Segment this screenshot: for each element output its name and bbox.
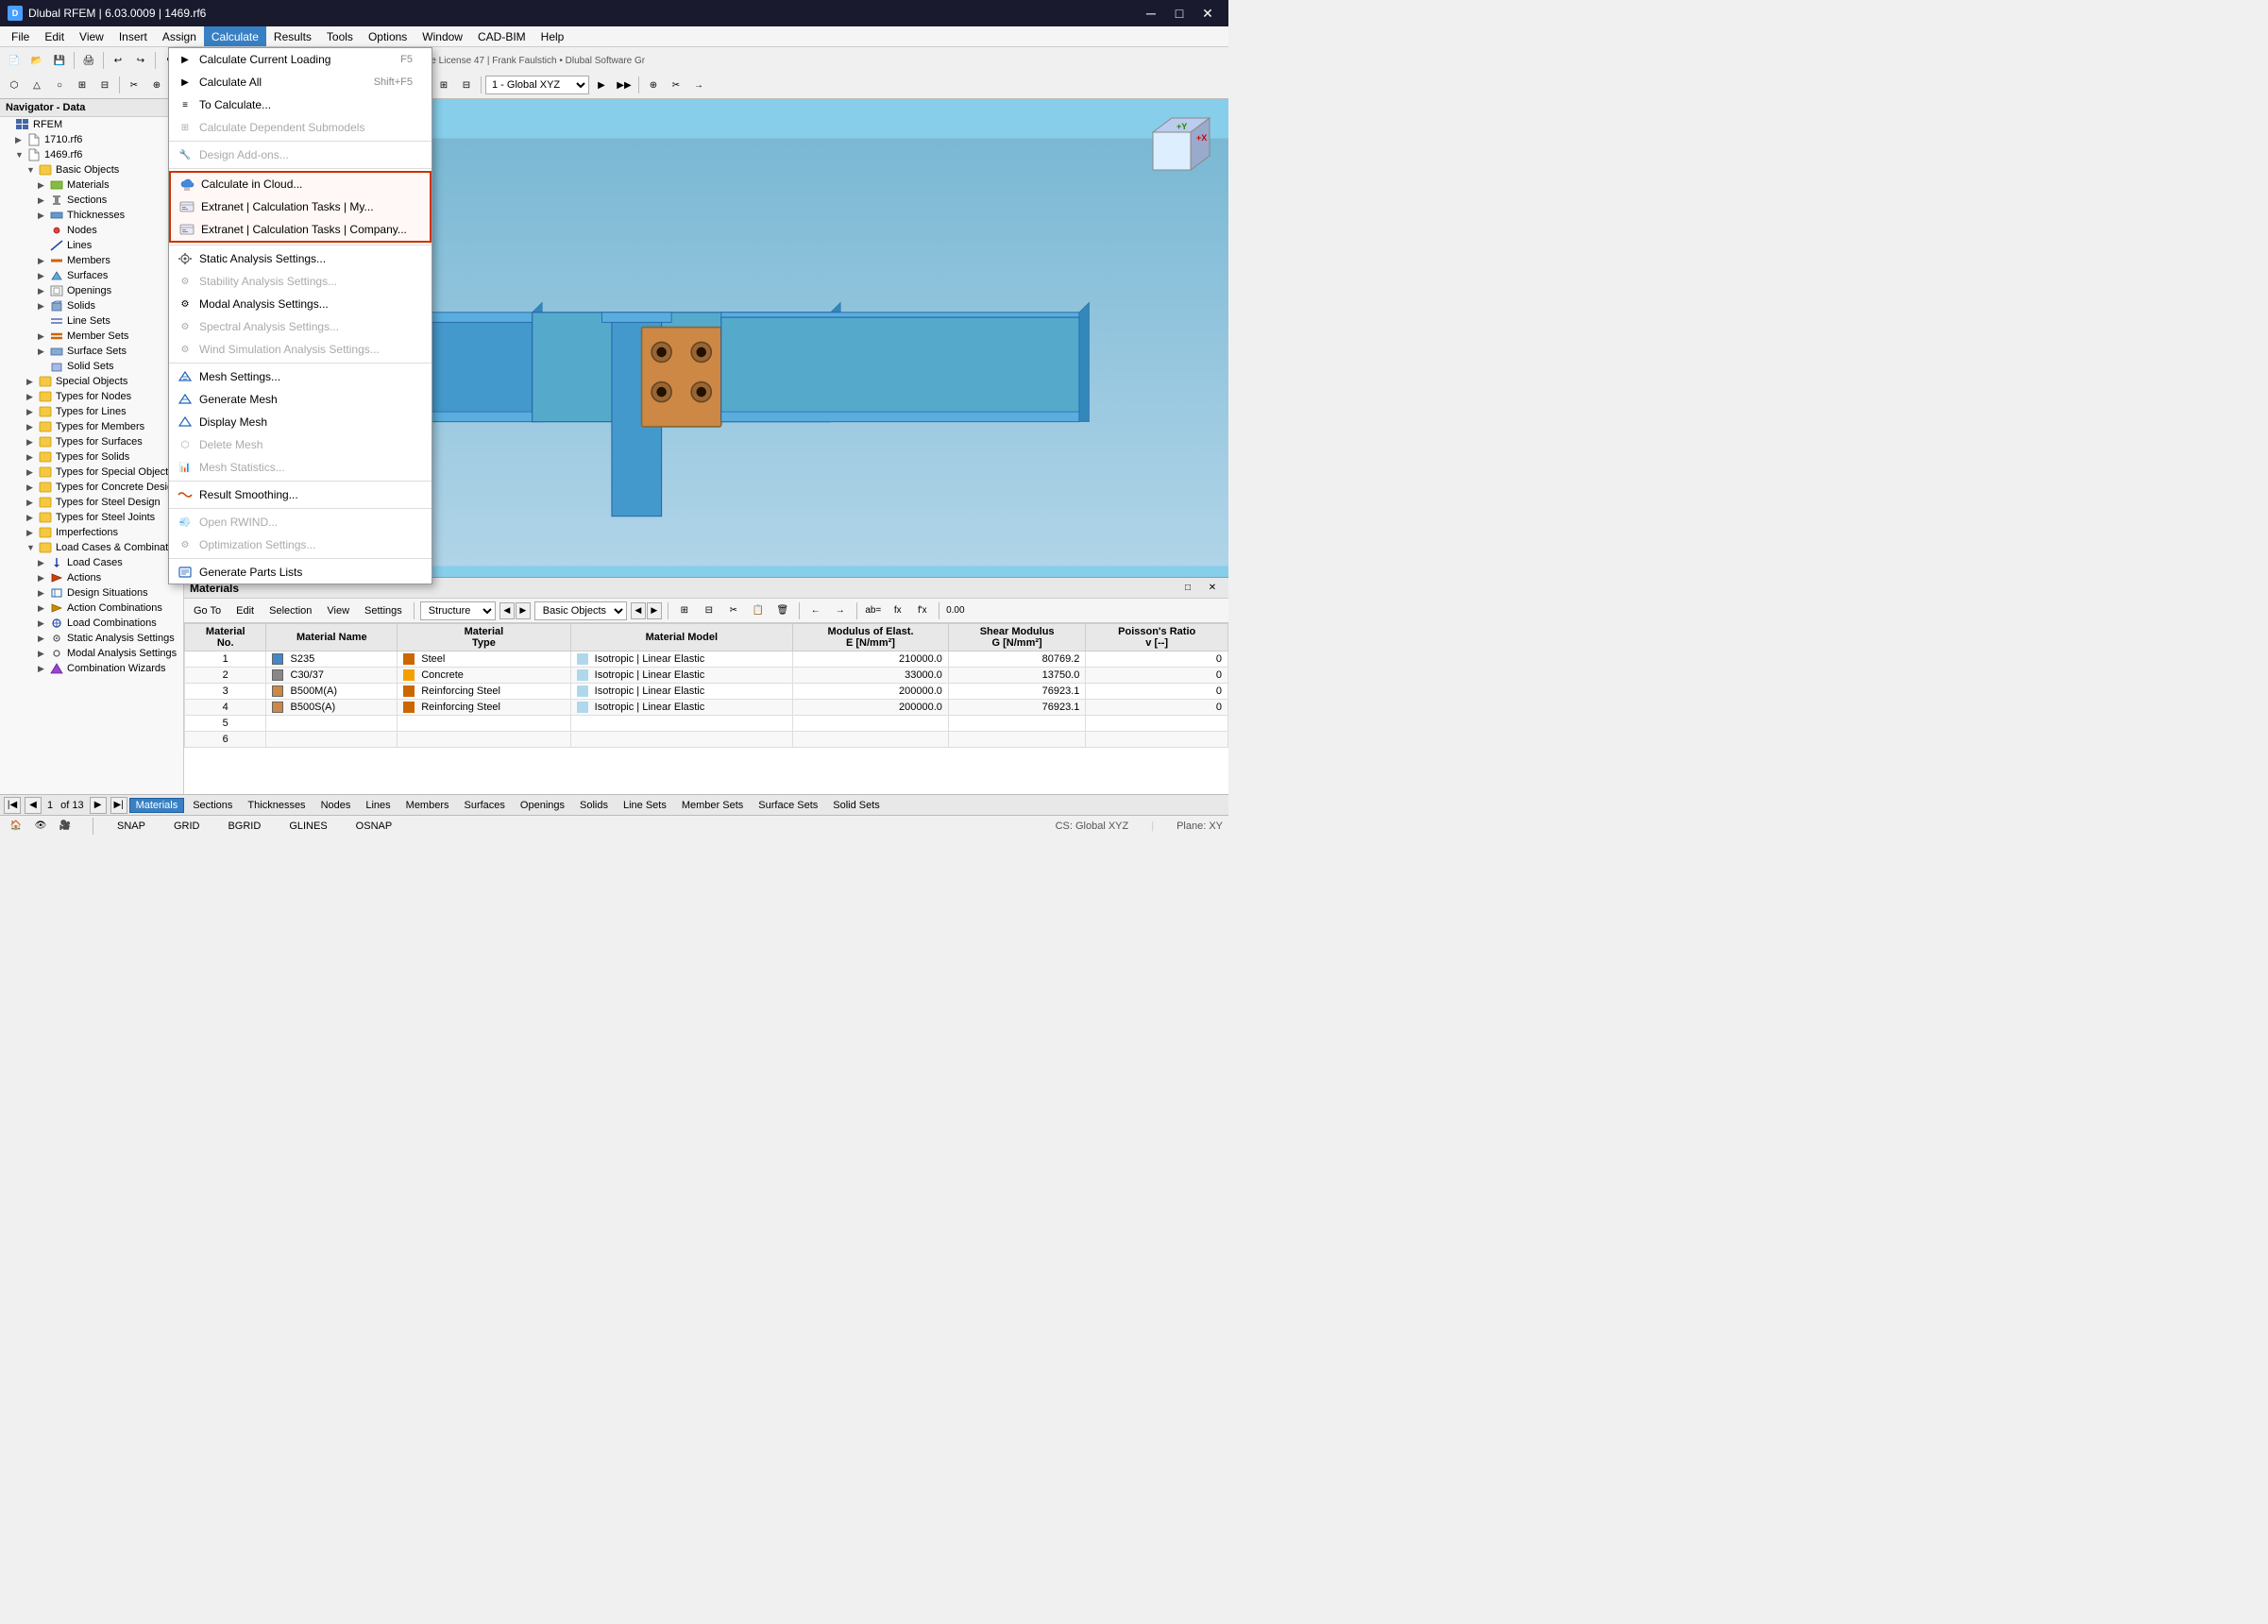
mesh-settings-label: Mesh Settings...	[199, 370, 280, 383]
menu-help[interactable]: Help	[533, 26, 572, 46]
maximize-button[interactable]: □	[1166, 0, 1193, 26]
menu-spectral-settings: ⚙ Spectral Analysis Settings...	[169, 315, 432, 338]
static-settings-label: Static Analysis Settings...	[199, 252, 326, 265]
sep-1	[169, 141, 432, 142]
disp-mesh-icon	[177, 414, 194, 430]
gen-parts-label: Generate Parts Lists	[199, 566, 302, 579]
menu-tools[interactable]: Tools	[319, 26, 361, 46]
sep-2	[169, 168, 432, 169]
menu-extranet-my[interactable]: Extranet | Calculation Tasks | My...	[171, 195, 430, 218]
sep-7	[169, 558, 432, 559]
gen-parts-icon	[177, 565, 194, 580]
menu-extranet-company[interactable]: Extranet | Calculation Tasks | Company..…	[171, 218, 430, 241]
del-mesh-label: Delete Mesh	[199, 438, 262, 451]
title-bar-buttons[interactable]: ─ □ ✕	[1138, 0, 1221, 26]
menu-gen-mesh[interactable]: Generate Mesh	[169, 388, 432, 411]
menu-disp-mesh[interactable]: Display Mesh	[169, 411, 432, 433]
sep-5	[169, 481, 432, 482]
menu-gen-parts[interactable]: Generate Parts Lists	[169, 561, 432, 584]
open-rwind-label: Open RWIND...	[199, 516, 278, 529]
menu-window[interactable]: Window	[415, 26, 470, 46]
result-smooth-label: Result Smoothing...	[199, 488, 298, 501]
menu-assign[interactable]: Assign	[155, 26, 204, 46]
menu-options[interactable]: Options	[361, 26, 415, 46]
wind-settings-label: Wind Simulation Analysis Settings...	[199, 343, 380, 356]
menu-mesh-stats: 📊 Mesh Statistics...	[169, 456, 432, 479]
menu-calculate[interactable]: Calculate	[204, 26, 266, 46]
design-addons-icon: 🔧	[177, 147, 194, 162]
gen-mesh-label: Generate Mesh	[199, 393, 278, 406]
extranet-my-label: Extranet | Calculation Tasks | My...	[201, 200, 374, 213]
menu-view[interactable]: View	[72, 26, 111, 46]
disp-mesh-label: Display Mesh	[199, 415, 267, 429]
menu-result-smooth[interactable]: Result Smoothing...	[169, 483, 432, 506]
calc-cloud-icon	[178, 177, 195, 192]
wind-settings-icon: ⚙	[177, 342, 194, 357]
calc-current-icon: ▶	[177, 52, 194, 67]
opt-settings-label: Optimization Settings...	[199, 538, 315, 551]
to-calc-icon: ≡	[177, 97, 194, 112]
menu-del-mesh: ⬡ Delete Mesh	[169, 433, 432, 456]
calc-all-label: Calculate All	[199, 76, 262, 89]
menu-cad-bim[interactable]: CAD-BIM	[470, 26, 533, 46]
menu-calc-current[interactable]: ▶ Calculate Current Loading F5	[169, 48, 432, 71]
sep-4	[169, 363, 432, 364]
highlighted-group: Calculate in Cloud... Extranet | Calcula…	[169, 171, 432, 243]
calc-all-icon: ▶	[177, 75, 194, 90]
menu-insert[interactable]: Insert	[111, 26, 155, 46]
menu-opt-settings: ⚙ Optimization Settings...	[169, 533, 432, 556]
menu-stability-settings: ⚙ Stability Analysis Settings...	[169, 270, 432, 293]
menu-wind-settings: ⚙ Wind Simulation Analysis Settings...	[169, 338, 432, 361]
menu-static-settings[interactable]: Static Analysis Settings...	[169, 247, 432, 270]
extranet-my-icon	[178, 199, 195, 214]
open-rwind-icon: 💨	[177, 515, 194, 530]
spectral-settings-label: Spectral Analysis Settings...	[199, 320, 339, 333]
extranet-company-label: Extranet | Calculation Tasks | Company..…	[201, 223, 407, 236]
opt-settings-icon: ⚙	[177, 537, 194, 552]
menu-open-rwind: 💨 Open RWIND...	[169, 511, 432, 533]
app-icon: D	[8, 6, 23, 21]
calc-current-label: Calculate Current Loading	[199, 53, 330, 66]
modal-settings-icon: ⚙	[177, 296, 194, 312]
close-button[interactable]: ✕	[1194, 0, 1221, 26]
menu-calc-cloud[interactable]: Calculate in Cloud...	[171, 173, 430, 195]
del-mesh-icon: ⬡	[177, 437, 194, 452]
to-calc-label: To Calculate...	[199, 98, 271, 111]
calculate-dropdown: ▶ Calculate Current Loading F5 ▶ Calcula…	[168, 47, 432, 584]
calc-dep-icon: ⊞	[177, 120, 194, 135]
modal-settings-label: Modal Analysis Settings...	[199, 297, 329, 311]
static-settings-icon	[177, 251, 194, 266]
app-title: Dlubal RFEM | 6.03.0009 | 1469.rf6	[28, 7, 206, 20]
menu-file[interactable]: File	[4, 26, 37, 46]
menu-bar: File Edit View Insert Assign Calculate R…	[0, 26, 1228, 47]
extranet-company-icon	[178, 222, 195, 237]
stability-settings-icon: ⚙	[177, 274, 194, 289]
sep-6	[169, 508, 432, 509]
mesh-stats-icon: 📊	[177, 460, 194, 475]
menu-design-addons: 🔧 Design Add-ons...	[169, 144, 432, 166]
gen-mesh-icon	[177, 392, 194, 407]
menu-edit[interactable]: Edit	[37, 26, 72, 46]
calc-current-shortcut: F5	[381, 54, 413, 65]
mesh-settings-icon	[177, 369, 194, 384]
mesh-stats-label: Mesh Statistics...	[199, 461, 285, 474]
design-addons-label: Design Add-ons...	[199, 148, 289, 161]
menu-calc-dep: ⊞ Calculate Dependent Submodels	[169, 116, 432, 139]
title-bar: D Dlubal RFEM | 6.03.0009 | 1469.rf6 ─ □…	[0, 0, 1228, 26]
calc-dep-label: Calculate Dependent Submodels	[199, 121, 364, 134]
menu-mesh-settings[interactable]: Mesh Settings...	[169, 365, 432, 388]
spectral-settings-icon: ⚙	[177, 319, 194, 334]
menu-calc-all[interactable]: ▶ Calculate All Shift+F5	[169, 71, 432, 93]
menu-results[interactable]: Results	[266, 26, 319, 46]
calc-cloud-label: Calculate in Cloud...	[201, 178, 302, 191]
menu-modal-settings[interactable]: ⚙ Modal Analysis Settings...	[169, 293, 432, 315]
menu-to-calc[interactable]: ≡ To Calculate...	[169, 93, 432, 116]
title-bar-left: D Dlubal RFEM | 6.03.0009 | 1469.rf6	[8, 6, 206, 21]
stability-settings-label: Stability Analysis Settings...	[199, 275, 337, 288]
calc-all-shortcut: Shift+F5	[355, 76, 413, 88]
result-smooth-icon	[177, 487, 194, 502]
minimize-button[interactable]: ─	[1138, 0, 1164, 26]
